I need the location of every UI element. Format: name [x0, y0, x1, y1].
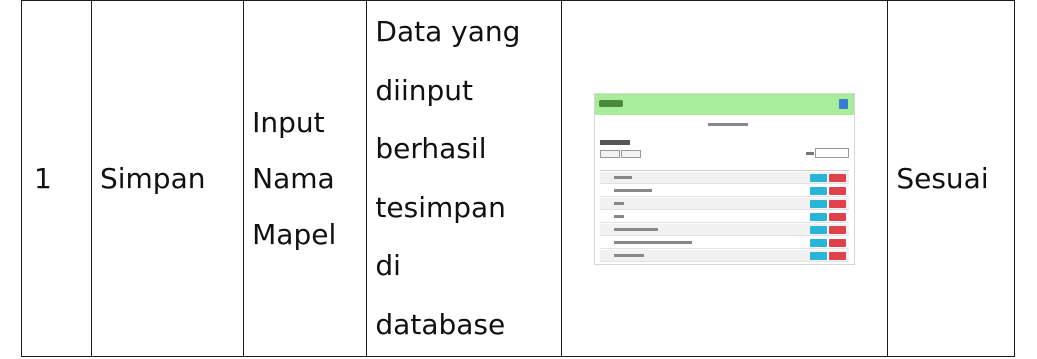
result-line: di [375, 249, 401, 282]
edit-button [810, 212, 828, 221]
table-row [600, 249, 850, 262]
delete-button [829, 251, 847, 260]
row-text [614, 201, 625, 205]
result-line: tesimpan [375, 190, 506, 224]
edit-button [810, 199, 828, 208]
table-row [600, 223, 850, 236]
row-text [614, 214, 625, 218]
action-cell: Simpan [90, 0, 245, 357]
input-line: Nama [252, 161, 335, 195]
add-button [600, 149, 621, 158]
action-text: Simpan [99, 161, 206, 195]
input-line: Input [252, 105, 325, 139]
delete-button [829, 173, 847, 182]
edit-button [810, 186, 828, 195]
row-number: 1 [34, 161, 52, 195]
result-line: Data yang [375, 15, 521, 48]
breadcrumb [708, 122, 749, 126]
table-row: 1 Simpan Input Nama Mapel Data yang diin… [21, 0, 1015, 357]
result-line: berhasil [375, 132, 487, 165]
app-header-bar [595, 93, 855, 115]
table-header [600, 163, 850, 171]
export-button [621, 149, 642, 158]
document-page: 1 Simpan Input Nama Mapel Data yang diin… [0, 0, 1037, 359]
delete-button [829, 212, 847, 221]
screenshot-cell [560, 0, 889, 357]
edit-button [810, 173, 828, 182]
table-row [600, 237, 850, 249]
delete-button [829, 186, 847, 195]
status-cell: Sesuai [887, 0, 1015, 357]
table-row [600, 171, 850, 184]
input-line: Mapel [252, 217, 337, 251]
edit-button [810, 238, 828, 247]
app-logo [599, 99, 624, 107]
result-line: diinput [375, 73, 473, 107]
search-input [815, 147, 850, 158]
expected-result-cell: Data yang diinput berhasil tesimpan di d… [366, 0, 562, 357]
user-avatar-icon [839, 98, 849, 109]
row-text [614, 175, 633, 179]
table-row [600, 211, 850, 223]
edit-button [810, 251, 828, 260]
test-result-table: 1 Simpan Input Nama Mapel Data yang diin… [21, 0, 1015, 357]
row-number-cell: 1 [21, 0, 92, 357]
table-row [600, 185, 850, 197]
delete-button [829, 238, 847, 247]
row-text [614, 227, 659, 231]
input-cell: Input Nama Mapel [243, 0, 368, 357]
table-row [600, 197, 850, 210]
delete-button [829, 225, 847, 234]
row-text [614, 188, 653, 192]
result-line: database [375, 307, 506, 341]
delete-button [829, 199, 847, 208]
row-text [614, 253, 645, 257]
row-text [614, 240, 693, 244]
status-text: Sesuai [896, 161, 989, 195]
app-screenshot-thumbnail [594, 92, 856, 265]
page-title [600, 139, 631, 145]
edit-button [810, 225, 828, 234]
search-label [806, 151, 815, 155]
